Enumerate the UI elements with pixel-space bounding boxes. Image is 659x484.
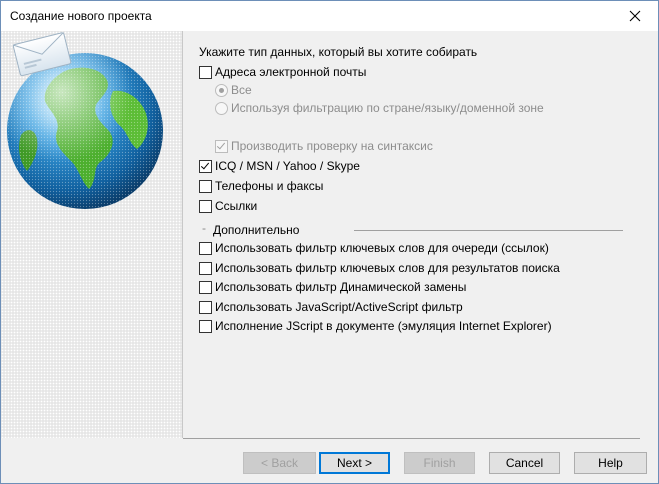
filtered-radio[interactable] <box>215 101 228 115</box>
syntax-checkbox[interactable] <box>215 139 228 153</box>
help-button[interactable]: Help <box>574 452 647 474</box>
advanced-option[interactable]: Использовать фильтр ключевых слов для оч… <box>199 240 549 256</box>
phones-option[interactable]: Телефоны и факсы <box>199 178 323 194</box>
advanced-label: Использовать фильтр Динамической замены <box>215 280 467 294</box>
emails-label: Адреса электронной почты <box>215 65 367 79</box>
advanced-label: Использовать JavaScript/ActiveScript фил… <box>215 300 463 314</box>
advanced-checkbox[interactable] <box>199 300 212 314</box>
wizard-content: Укажите тип данных, который вы хотите со… <box>183 31 658 438</box>
advanced-checkbox[interactable] <box>199 280 212 294</box>
next-button[interactable]: Next > <box>319 452 390 474</box>
emails-checkbox[interactable] <box>199 65 212 79</box>
filtered-option[interactable]: Используя фильтрацию по стране/языку/дом… <box>215 100 544 116</box>
advanced-checkbox[interactable] <box>199 319 212 333</box>
finish-button[interactable]: Finish <box>404 452 475 474</box>
advanced-checkbox[interactable] <box>199 241 212 255</box>
cancel-button[interactable]: Cancel <box>489 452 560 474</box>
links-checkbox[interactable] <box>199 199 212 213</box>
advanced-label: Использовать фильтр ключевых слов для ре… <box>215 261 560 275</box>
page-heading: Укажите тип данных, который вы хотите со… <box>199 45 478 59</box>
advanced-option[interactable]: Использовать фильтр ключевых слов для ре… <box>199 260 560 276</box>
close-icon <box>629 10 641 22</box>
syntax-label: Производить проверку на синтаксис <box>231 139 433 153</box>
back-button[interactable]: < Back <box>243 452 316 474</box>
button-separator <box>183 438 640 439</box>
advanced-checkbox[interactable] <box>199 261 212 275</box>
advanced-option[interactable]: Исполнение JScript в документе (эмуляция… <box>199 318 552 334</box>
advanced-label: Использовать фильтр ключевых слов для оч… <box>215 241 549 255</box>
syntax-option[interactable]: Производить проверку на синтаксис <box>215 138 433 154</box>
advanced-group-header: - Дополнительно <box>199 221 623 237</box>
close-button[interactable] <box>612 1 658 31</box>
advanced-option[interactable]: Использовать JavaScript/ActiveScript фил… <box>199 299 463 315</box>
title-bar: Создание нового проекта <box>1 1 658 31</box>
phones-label: Телефоны и факсы <box>215 179 324 193</box>
filtered-label: Используя фильтрацию по стране/языку/дом… <box>231 101 544 115</box>
all-option[interactable]: Все <box>215 82 252 98</box>
advanced-option[interactable]: Использовать фильтр Динамической замены <box>199 279 466 295</box>
wizard-window: Создание нового проекта Укажите тип данн… <box>0 0 659 484</box>
all-label: Все <box>231 83 252 97</box>
group-collapse-dash: - <box>202 221 206 235</box>
wizard-side-panel <box>1 31 183 438</box>
icq-checkbox[interactable] <box>199 159 212 173</box>
emails-option[interactable]: Адреса электронной почты <box>199 64 366 80</box>
icq-option[interactable]: ICQ / MSN / Yahoo / Skype <box>199 158 360 174</box>
all-radio[interactable] <box>215 83 228 97</box>
globe-mail-icon <box>7 32 163 209</box>
advanced-label: Исполнение JScript в документе (эмуляция… <box>215 319 552 333</box>
links-label: Ссылки <box>215 199 258 213</box>
group-divider <box>354 230 623 231</box>
links-option[interactable]: Ссылки <box>199 198 257 214</box>
advanced-group-label: Дополнительно <box>213 223 300 237</box>
phones-checkbox[interactable] <box>199 179 212 193</box>
window-title: Создание нового проекта <box>10 9 152 23</box>
icq-label: ICQ / MSN / Yahoo / Skype <box>215 159 360 173</box>
